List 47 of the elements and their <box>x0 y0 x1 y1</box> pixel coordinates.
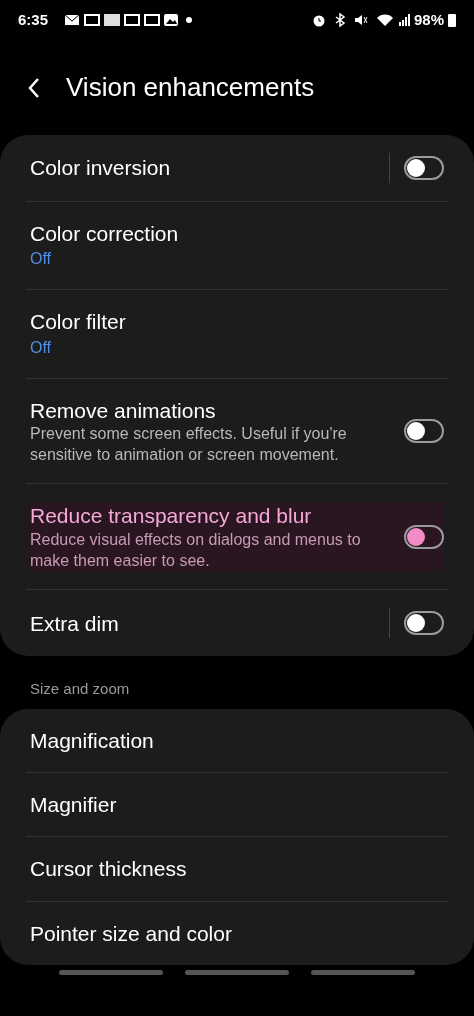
setting-title: Extra dim <box>30 610 120 637</box>
setting-value: Off <box>30 249 53 270</box>
setting-title: Magnifier <box>30 792 118 819</box>
setting-title: Remove animations <box>30 397 217 424</box>
toggle-switch[interactable] <box>404 524 444 549</box>
page-title: Vision enhancements <box>66 71 315 104</box>
settings-row[interactable]: Color filter Off <box>26 289 448 378</box>
app-icon <box>124 14 141 26</box>
nav-bar-handle[interactable] <box>59 970 163 976</box>
app-icon <box>144 14 161 26</box>
settings-row[interactable]: Extra dim <box>26 589 448 657</box>
settings-row[interactable]: Pointer size and color <box>26 900 448 966</box>
setting-title: Color inversion <box>30 155 172 182</box>
settings-row[interactable]: Remove animations Prevent some screen effects. Useful if you're sensitive to animation or screen movement. <box>26 377 448 484</box>
dot-icon <box>186 17 193 23</box>
settings-row[interactable]: Cursor thickness <box>26 836 448 901</box>
mail-icon <box>64 14 81 26</box>
setting-title: Reduce transparency and blur <box>30 503 313 530</box>
setting-description: Reduce visual effects on dialogs and menus to make them easier to see. <box>30 529 362 571</box>
toggle-switch[interactable] <box>404 419 444 444</box>
setting-title: Color filter <box>30 309 127 336</box>
mute-icon <box>353 13 368 27</box>
section-heading: Size and zoom <box>29 679 131 700</box>
app-icon <box>104 14 121 26</box>
setting-title: Color correction <box>30 221 180 247</box>
setting-title: Cursor thickness <box>30 856 188 883</box>
setting-description: Prevent some screen effects. Useful if you're sensitive to animation or screen movement. <box>30 423 348 465</box>
settings-row[interactable]: Magnifier <box>26 772 448 837</box>
bluetooth-icon <box>333 13 346 27</box>
app-icon <box>84 14 101 26</box>
settings-row[interactable]: Magnification <box>26 708 448 773</box>
setting-value: Off <box>30 337 53 358</box>
battery-icon <box>448 13 456 27</box>
settings-row[interactable]: Color inversion <box>26 135 448 201</box>
toggle-switch[interactable] <box>404 156 444 180</box>
battery-level: 98% <box>413 9 444 30</box>
nav-bar-handle[interactable] <box>311 970 415 976</box>
alarm-icon <box>311 13 326 27</box>
signal-icon <box>397 14 410 26</box>
setting-title: Magnification <box>30 727 155 754</box>
toggle-switch[interactable] <box>404 611 444 636</box>
clock: 6:35 <box>18 9 49 30</box>
wifi-icon <box>375 13 394 27</box>
settings-row[interactable]: Color correction Off <box>26 201 448 290</box>
image-icon <box>164 14 179 26</box>
setting-title: Pointer size and color <box>30 920 233 947</box>
nav-bar-handle[interactable] <box>185 970 289 976</box>
